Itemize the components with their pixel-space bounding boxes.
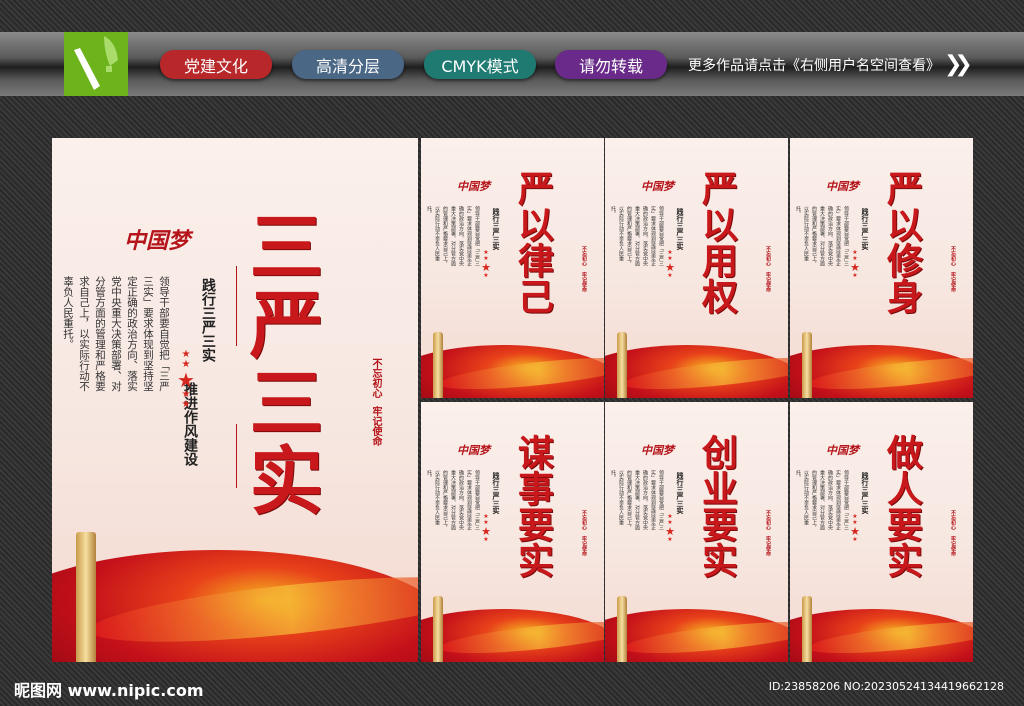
- stars-icon: ★ ★ ★ ★: [850, 513, 860, 543]
- china-dream-logo: 中国梦: [826, 444, 859, 457]
- china-dream-logo: 中国梦: [641, 180, 674, 193]
- motto-1: 不忘初心: [950, 246, 956, 266]
- motto-2: 牢记使命: [765, 272, 771, 292]
- motto-2: 牢记使命: [950, 536, 956, 556]
- red-ribbon-decoration: [421, 596, 604, 662]
- more-works-notice[interactable]: 更多作品请点击《右侧用户名空间查看》: [688, 55, 940, 75]
- poster-title: 创业要实: [696, 434, 738, 578]
- tag-party-culture[interactable]: 党建文化: [160, 50, 272, 79]
- motto-1: 不忘初心: [370, 358, 381, 398]
- motto-2: 牢记使命: [581, 272, 587, 292]
- motto-2: 牢记使命: [950, 272, 956, 292]
- china-dream-logo: 中国梦: [457, 444, 490, 457]
- red-ribbon-decoration: [52, 522, 418, 662]
- double-chevron-right-icon[interactable]: ❯❯: [944, 52, 973, 77]
- poster-title: 严以用权: [696, 170, 738, 314]
- poster-title: 做人要实: [881, 434, 923, 578]
- poster-body-text: 领导干部要自觉把「三严三实」要求体现到坚持坚定正确的政治方向、落实党中央重大决策…: [610, 470, 664, 530]
- red-ribbon-decoration: [605, 596, 788, 662]
- slogan-1: 践行三严三实: [200, 278, 216, 362]
- poster-4: 中国梦 谋事要实 践行三严三实 领导干部要自觉把「三严三实」要求体现到坚持坚定正…: [421, 402, 604, 662]
- china-dream-logo: 中国梦: [826, 180, 859, 193]
- huabiao-pillar-icon: [617, 596, 627, 662]
- site-watermark: 昵图网 www.nipic.com: [14, 681, 204, 700]
- stars-icon: ★ ★ ★ ★: [665, 513, 675, 543]
- stars-icon: ★ ★ ★ ★ ★: [177, 349, 195, 410]
- image-id: ID:23858206 NO:20230524134419662128: [768, 680, 1004, 693]
- china-dream-logo: 中国梦: [641, 444, 674, 457]
- poster-title: 严以律己: [512, 170, 554, 314]
- huabiao-pillar-icon: [433, 596, 443, 662]
- tag-no-repost[interactable]: 请勿转载: [555, 50, 667, 79]
- motto-2: 牢记使命: [765, 536, 771, 556]
- stars-icon: ★ ★ ★ ★: [481, 513, 491, 543]
- poster-body-text: 领导干部要自觉把「三严三实」要求体现到坚持坚定正确的政治方向、落实党中央重大决策…: [795, 206, 849, 266]
- tag-cmyk[interactable]: CMYK模式: [424, 50, 536, 79]
- motto-1: 不忘初心: [581, 510, 587, 530]
- huabiao-pillar-icon: [802, 596, 812, 662]
- red-ribbon-decoration: [790, 332, 973, 398]
- motto-2: 牢记使命: [581, 536, 587, 556]
- motto-1: 不忘初心: [765, 246, 771, 266]
- poster-title: 严以修身: [881, 170, 923, 314]
- stars-icon: ★ ★ ★ ★: [665, 249, 675, 279]
- tag-hd-layers[interactable]: 高清分层: [292, 50, 404, 79]
- poster-2: 中国梦 严以用权 践行三严三实 领导干部要自觉把「三严三实」要求体现到坚持坚定正…: [605, 138, 788, 398]
- poster-body-text: 领导干部要自觉把「三严三实」要求体现到坚持坚定正确的政治方向、落实党中央重大决策…: [62, 276, 170, 392]
- motto-1: 不忘初心: [765, 510, 771, 530]
- huabiao-pillar-icon: [433, 332, 443, 398]
- poster-title: 三严三实: [237, 208, 323, 520]
- huabiao-pillar-icon: [617, 332, 627, 398]
- coreldraw-logo-icon: [64, 32, 128, 96]
- divider: [236, 266, 237, 346]
- poster-body-text: 领导干部要自觉把「三严三实」要求体现到坚持坚定正确的政治方向、落实党中央重大决策…: [610, 206, 664, 266]
- poster-3: 中国梦 严以修身 践行三严三实 领导干部要自觉把「三严三实」要求体现到坚持坚定正…: [790, 138, 973, 398]
- red-ribbon-decoration: [421, 332, 604, 398]
- stars-icon: ★ ★ ★ ★: [850, 249, 860, 279]
- poster-body-text: 领导干部要自觉把「三严三实」要求体现到坚持坚定正确的政治方向、落实党中央重大决策…: [426, 470, 480, 530]
- main-poster: 中国梦 三严三实 践行三严三实 推进作风建设 领导干部要自觉把「三严三实」要求体…: [52, 138, 418, 662]
- divider: [236, 424, 237, 488]
- poster-body-text: 领导干部要自觉把「三严三实」要求体现到坚持坚定正确的政治方向、落实党中央重大决策…: [426, 206, 480, 266]
- china-dream-logo: 中国梦: [124, 228, 191, 254]
- poster-1: 中国梦 严以律己 践行三严三实 领导干部要自觉把「三严三实」要求体现到坚持坚定正…: [421, 138, 604, 398]
- motto-2: 牢记使命: [370, 406, 381, 446]
- stars-icon: ★ ★ ★ ★: [481, 249, 491, 279]
- red-ribbon-decoration: [605, 332, 788, 398]
- china-dream-logo: 中国梦: [457, 180, 490, 193]
- poster-6: 中国梦 做人要实 践行三严三实 领导干部要自觉把「三严三实」要求体现到坚持坚定正…: [790, 402, 973, 662]
- red-ribbon-decoration: [790, 596, 973, 662]
- poster-5: 中国梦 创业要实 践行三严三实 领导干部要自觉把「三严三实」要求体现到坚持坚定正…: [605, 402, 788, 662]
- motto-1: 不忘初心: [581, 246, 587, 266]
- huabiao-pillar-icon: [802, 332, 812, 398]
- huabiao-pillar-icon: [76, 532, 96, 662]
- motto-1: 不忘初心: [950, 510, 956, 530]
- poster-title: 谋事要实: [512, 434, 554, 578]
- poster-body-text: 领导干部要自觉把「三严三实」要求体现到坚持坚定正确的政治方向、落实党中央重大决策…: [795, 470, 849, 530]
